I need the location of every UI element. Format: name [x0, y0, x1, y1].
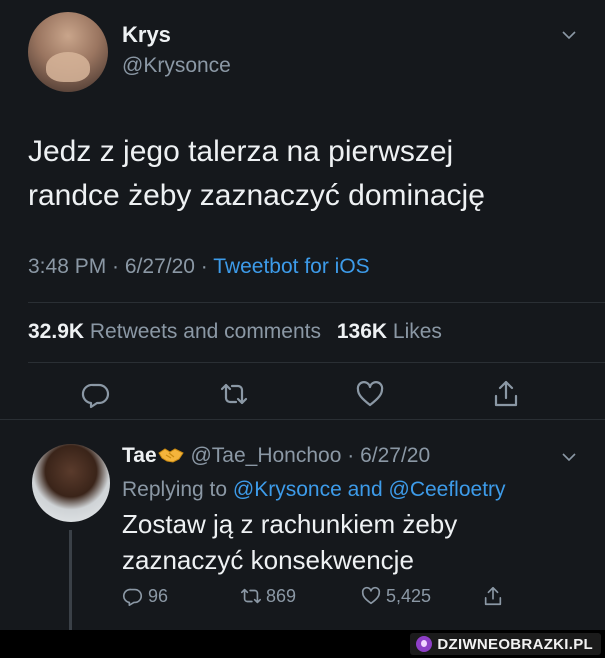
reply-tweet[interactable]: Tae @Tae_Honchoo · 6/27/20 Replying to @… [0, 420, 605, 630]
tweet-time: 3:48 PM [28, 255, 107, 278]
tweet-text: Jedz z jego talerza na pierwszej randce … [28, 130, 588, 218]
divider [28, 362, 605, 363]
retweets-count: 32.9K [28, 320, 85, 343]
like-icon [361, 586, 381, 605]
watermark-text: DZIWNEOBRAZKI.PL [437, 635, 593, 653]
meta-separator: · [194, 255, 214, 278]
watermark-bar: DZIWNEOBRAZKI.PL [0, 630, 605, 658]
tweet-date[interactable]: 6/27/20 [125, 255, 195, 278]
like-count: 5,425 [386, 585, 432, 606]
reply-count: 96 [148, 585, 169, 606]
tweet-text-line: randce żeby zaznaczyć dominację [28, 179, 485, 212]
divider [28, 302, 605, 303]
author-name[interactable]: Krys [122, 22, 171, 48]
reply-icon [123, 588, 143, 606]
watermark-logo-icon [416, 636, 433, 652]
mention-link[interactable]: @Krysonce [233, 478, 342, 501]
retweet-count: 869 [266, 585, 297, 606]
reply-header: Tae @Tae_Honchoo · 6/27/20 [122, 444, 430, 468]
main-tweet: Krys @Krysonce Jedz z jego talerza na pi… [0, 0, 605, 420]
like-icon[interactable] [354, 378, 386, 410]
likes-stat[interactable]: 136K Likes [337, 320, 442, 343]
retweets-stat[interactable]: 32.9K Retweets and comments [28, 320, 321, 343]
watermark: DZIWNEOBRAZKI.PL [410, 633, 601, 655]
reply-author-handle[interactable]: @Tae_Honchoo [190, 444, 341, 467]
tweet-text-line: Jedz z jego talerza na pierwszej [28, 135, 454, 168]
mention-and: and [347, 478, 383, 501]
retweet-icon [241, 588, 261, 604]
likes-count: 136K [336, 320, 388, 343]
reply-icon[interactable] [80, 378, 112, 410]
reply-text-line: Zostaw ją z rachunkiem żeby [122, 509, 458, 539]
tweet-stats: 32.9K Retweets and comments 136K Likes [28, 320, 442, 344]
tweet-actions [0, 378, 605, 418]
retweets-label: Retweets and comments [89, 320, 321, 343]
reply-text: Zostaw ją z rachunkiem żeby zaznaczyć ko… [122, 506, 592, 578]
reply-date[interactable]: · 6/27/20 [347, 444, 430, 467]
likes-label: Likes [392, 320, 442, 343]
reply-author-avatar[interactable] [32, 444, 110, 522]
meta-separator: · [106, 255, 125, 278]
chevron-down-icon[interactable] [562, 450, 576, 464]
share-button[interactable] [482, 585, 504, 607]
tweet-meta: 3:48 PM · 6/27/20 · Tweetbot for iOS [28, 255, 370, 279]
reply-text-line: zaznaczyć konsekwencje [122, 545, 414, 575]
mention-link[interactable]: @Ceefloetry [389, 478, 506, 501]
reply-button[interactable]: 96 [122, 585, 168, 607]
handshake-icon [157, 445, 185, 465]
author-avatar[interactable] [28, 12, 108, 92]
chevron-down-icon[interactable] [562, 28, 576, 42]
author-handle[interactable]: @Krysonce [122, 54, 231, 78]
thread-line [69, 530, 72, 630]
share-icon [484, 586, 502, 606]
reply-actions: 96 869 5,425 [122, 585, 592, 611]
retweet-icon[interactable] [218, 378, 250, 410]
replying-prefix: Replying to [122, 478, 228, 501]
reply-author-name[interactable]: Tae [122, 444, 157, 467]
like-button[interactable]: 5,425 [360, 585, 431, 607]
share-icon[interactable] [490, 378, 522, 410]
tweet-client-link[interactable]: Tweetbot for iOS [213, 255, 369, 278]
retweet-button[interactable]: 869 [240, 585, 296, 607]
replying-to: Replying to @Krysonce and @Ceefloetry [122, 478, 506, 502]
